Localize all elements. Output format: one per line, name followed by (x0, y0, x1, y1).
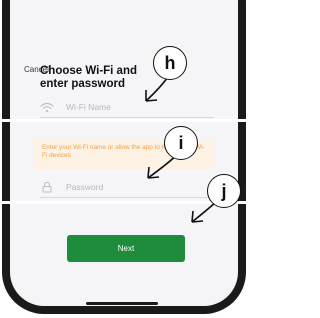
callout-j-badge: j (207, 174, 241, 208)
callout-h-badge: h (153, 46, 187, 80)
callout-arrows (145, 73, 219, 223)
stage: Cancel Choose Wi-Fi and enter password W… (0, 0, 248, 318)
callout-i-badge: i (164, 126, 198, 160)
